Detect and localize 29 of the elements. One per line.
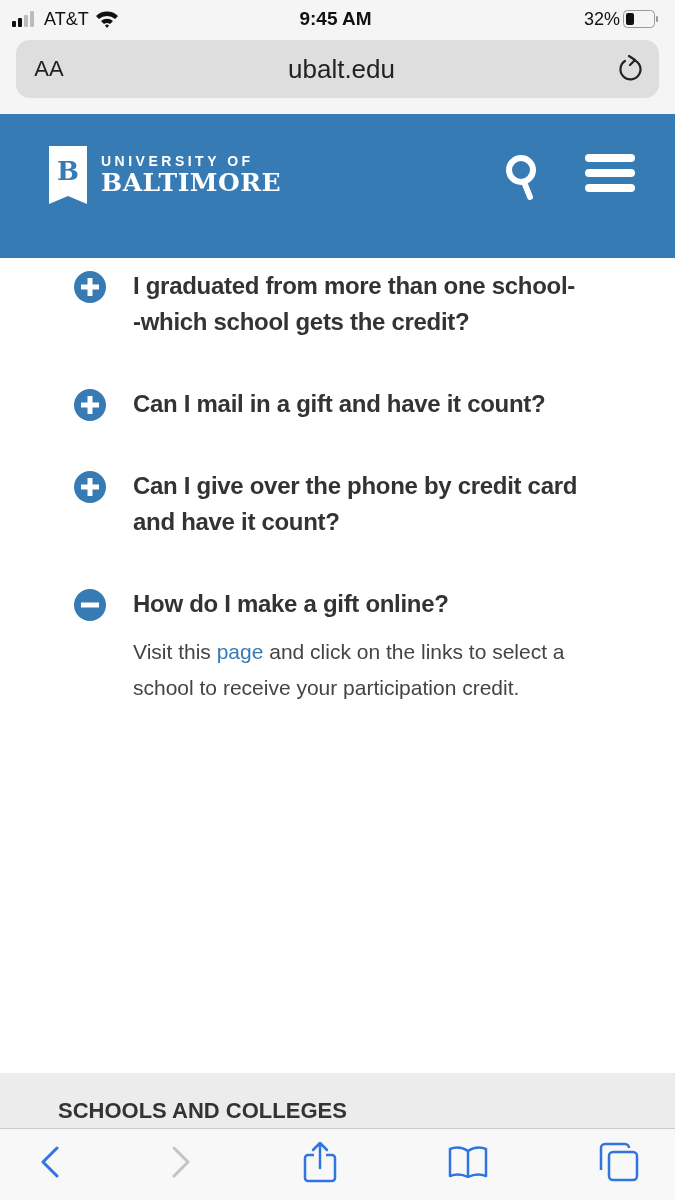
reload-icon[interactable] (617, 55, 643, 83)
clock-time: 9:45 AM (299, 8, 372, 30)
wifi-icon (94, 10, 119, 28)
logo-text: UNIVERSITY OF (101, 153, 255, 169)
faq-question[interactable]: How do I make a gift online? (133, 586, 578, 622)
minus-icon[interactable] (74, 589, 106, 621)
logo-text: BALTIMORE (101, 169, 282, 197)
battery-percent: 32% (583, 8, 620, 30)
battery-icon (623, 10, 659, 28)
plus-icon[interactable] (74, 389, 106, 421)
faq-question[interactable]: Can I mail in a gift and have it count? (133, 386, 578, 422)
book-icon[interactable] (447, 1144, 488, 1179)
faq-answer: Visit this page and click on the links to select a school to receive your participation credit. (133, 639, 566, 701)
plus-icon[interactable] (74, 471, 106, 503)
url-text: ubalt.edu (287, 53, 396, 85)
back-icon[interactable] (40, 1145, 60, 1178)
search-icon[interactable] (505, 154, 539, 200)
logo-badge[interactable]: B (49, 146, 87, 204)
menu-icon[interactable] (585, 154, 635, 192)
faq-question[interactable]: I graduated from more than one school--which school gets the credit? (133, 268, 578, 340)
share-icon[interactable] (302, 1140, 337, 1183)
address-bar[interactable]: AA ubalt.edu (16, 40, 659, 98)
faq-question[interactable]: Can I give over the phone by credit card and have it count? (133, 468, 578, 540)
carrier-name: AT&T (44, 8, 89, 30)
page-link[interactable]: page (216, 640, 264, 663)
text-size-button[interactable]: AA (32, 56, 66, 82)
footer-heading: SCHOOLS AND COLLEGES (58, 1098, 347, 1125)
tabs-icon[interactable] (599, 1141, 639, 1182)
plus-icon[interactable] (74, 271, 106, 303)
